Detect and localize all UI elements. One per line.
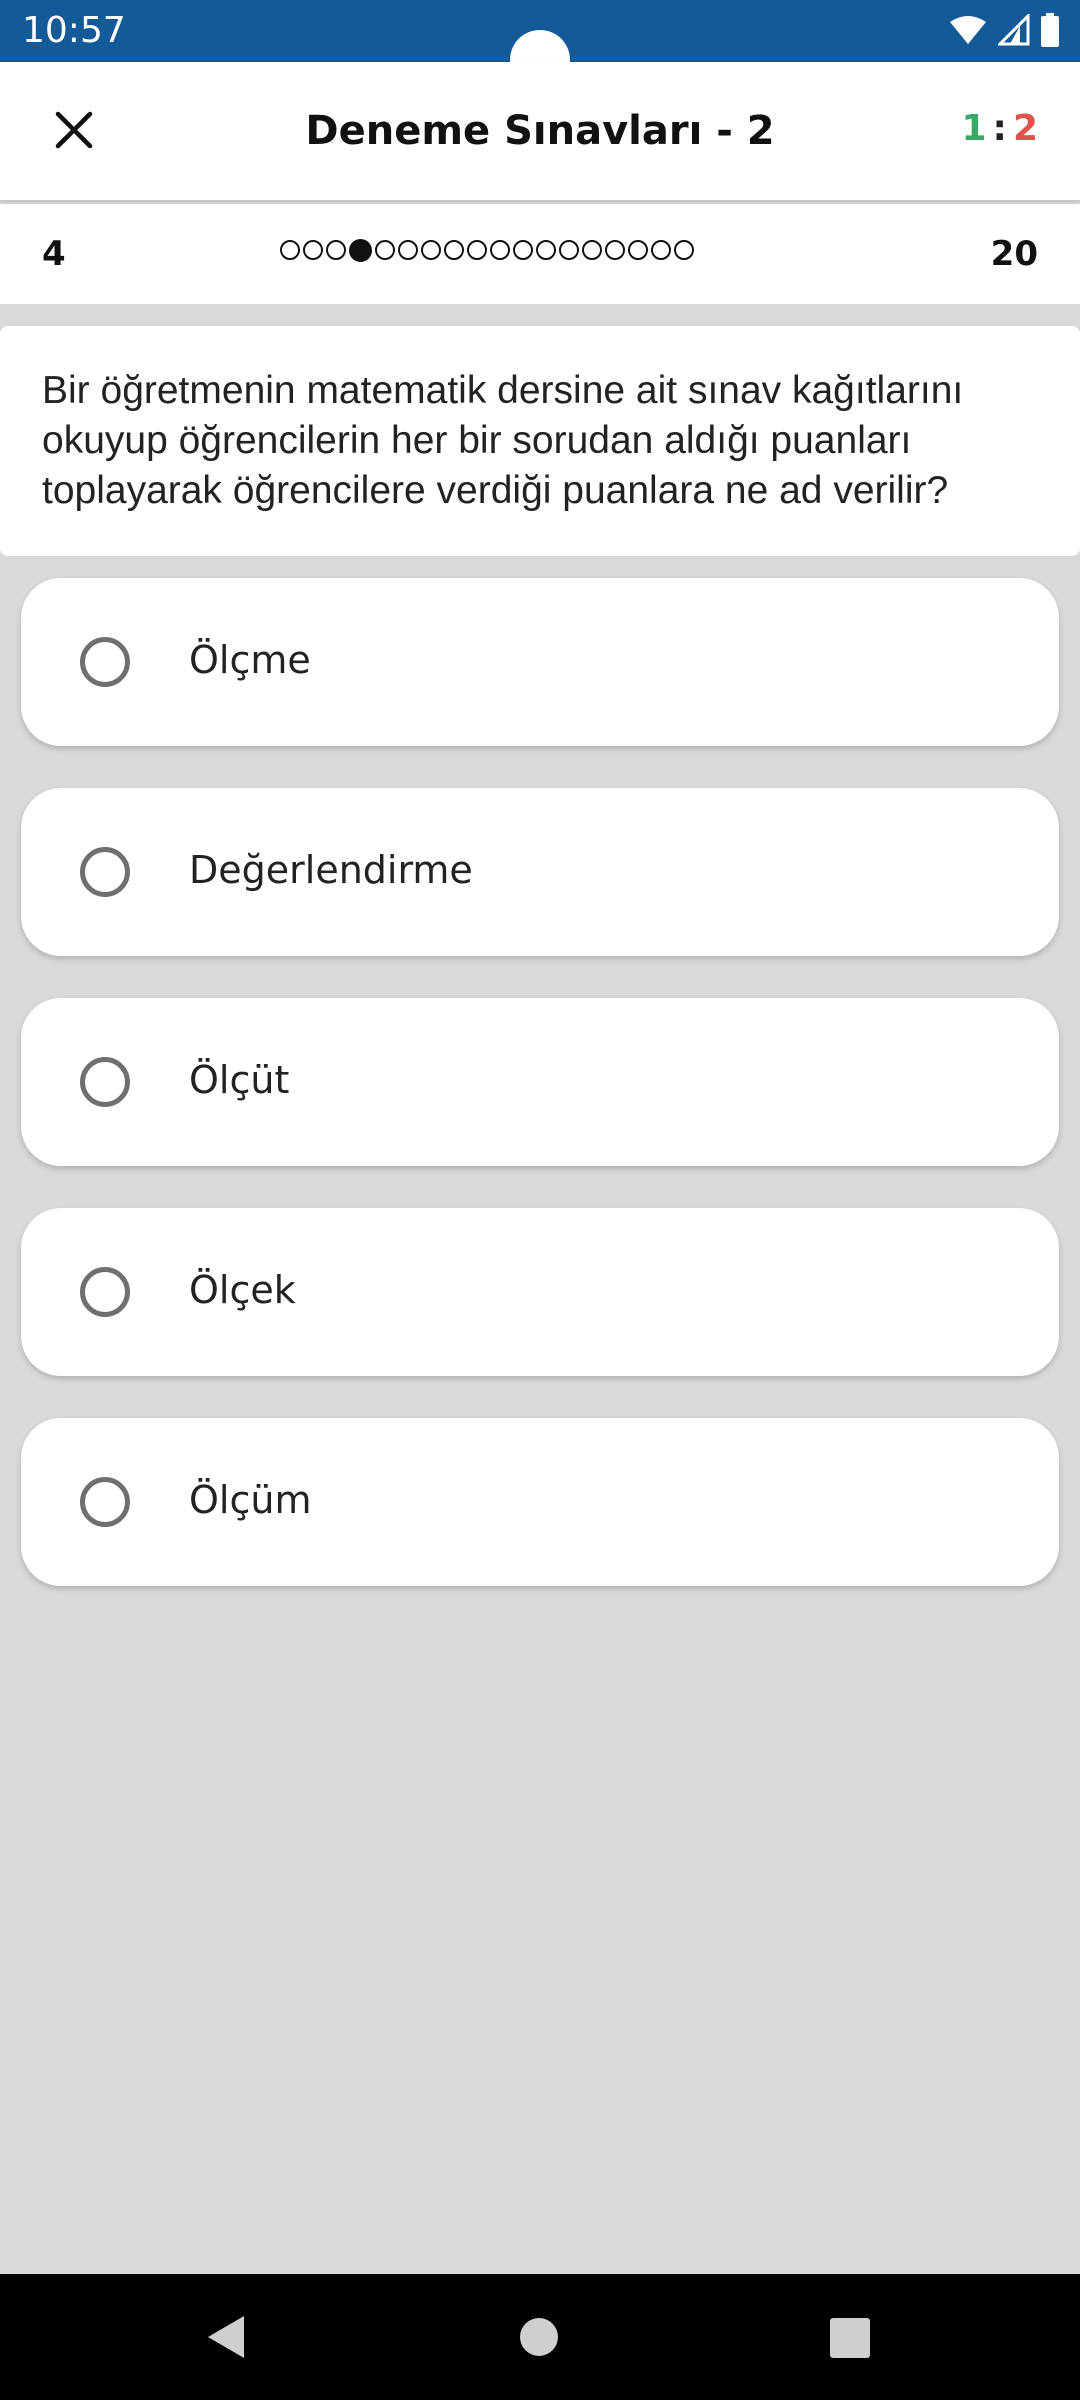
option-label: Ölçüt	[189, 1058, 290, 1102]
question-text: Bir öğretmenin matematik dersine ait sın…	[42, 369, 964, 512]
progress-dot	[375, 240, 395, 260]
signal-icon	[998, 14, 1030, 46]
wifi-icon	[950, 16, 986, 44]
progress-dot-active	[349, 239, 372, 262]
app-bar: Deneme Sınavları - 2 1:2	[0, 62, 1080, 200]
battery-icon	[1041, 13, 1059, 47]
recent-apps-icon[interactable]	[830, 2318, 870, 2358]
progress-dot	[398, 240, 418, 260]
status-time: 10:57	[22, 10, 126, 51]
progress-dot	[628, 240, 648, 260]
progress-dot	[536, 240, 556, 260]
progress-dot	[559, 240, 579, 260]
answer-option-3[interactable]: Ölçüt	[21, 998, 1059, 1166]
wrong-count: 2	[1012, 108, 1038, 149]
progress-dot	[582, 240, 602, 260]
answer-option-2[interactable]: Değerlendirme	[21, 788, 1059, 956]
radio-button[interactable]	[80, 1057, 130, 1107]
status-icons	[948, 10, 1060, 50]
back-icon[interactable]	[204, 2314, 248, 2360]
system-nav-bar	[0, 2274, 1080, 2400]
answer-option-4[interactable]: Ölçek	[21, 1208, 1059, 1376]
progress-dot	[490, 240, 510, 260]
progress-dot	[303, 240, 323, 260]
progress-dot	[605, 240, 625, 260]
progress-dot	[280, 240, 300, 260]
answer-option-5[interactable]: Ölçüm	[21, 1418, 1059, 1586]
progress-row: 4 20	[0, 204, 1080, 304]
home-icon[interactable]	[520, 2318, 558, 2356]
page-title: Deneme Sınavları - 2	[305, 108, 775, 154]
radio-button[interactable]	[80, 1477, 130, 1527]
progress-dot	[421, 240, 441, 260]
radio-button[interactable]	[80, 1267, 130, 1317]
progress-dot	[326, 240, 346, 260]
progress-dots	[280, 239, 694, 262]
correct-count: 1	[961, 108, 987, 149]
radio-button[interactable]	[80, 637, 130, 687]
option-label: Ölçek	[189, 1268, 296, 1312]
radio-button[interactable]	[80, 847, 130, 897]
progress-dot	[651, 240, 671, 260]
option-label: Ölçme	[189, 638, 311, 682]
answer-option-1[interactable]: Ölçme	[21, 578, 1059, 746]
current-question-number: 4	[42, 234, 66, 274]
progress-dot	[513, 240, 533, 260]
option-label: Ölçüm	[189, 1478, 312, 1522]
progress-dot	[674, 240, 694, 260]
progress-dot	[444, 240, 464, 260]
total-question-count: 20	[990, 234, 1038, 274]
progress-dot	[467, 240, 487, 260]
score-separator: :	[992, 108, 1007, 149]
score-counter: 1:2	[961, 108, 1038, 149]
question-card: Bir öğretmenin matematik dersine ait sın…	[0, 326, 1080, 556]
option-label: Değerlendirme	[189, 848, 473, 892]
